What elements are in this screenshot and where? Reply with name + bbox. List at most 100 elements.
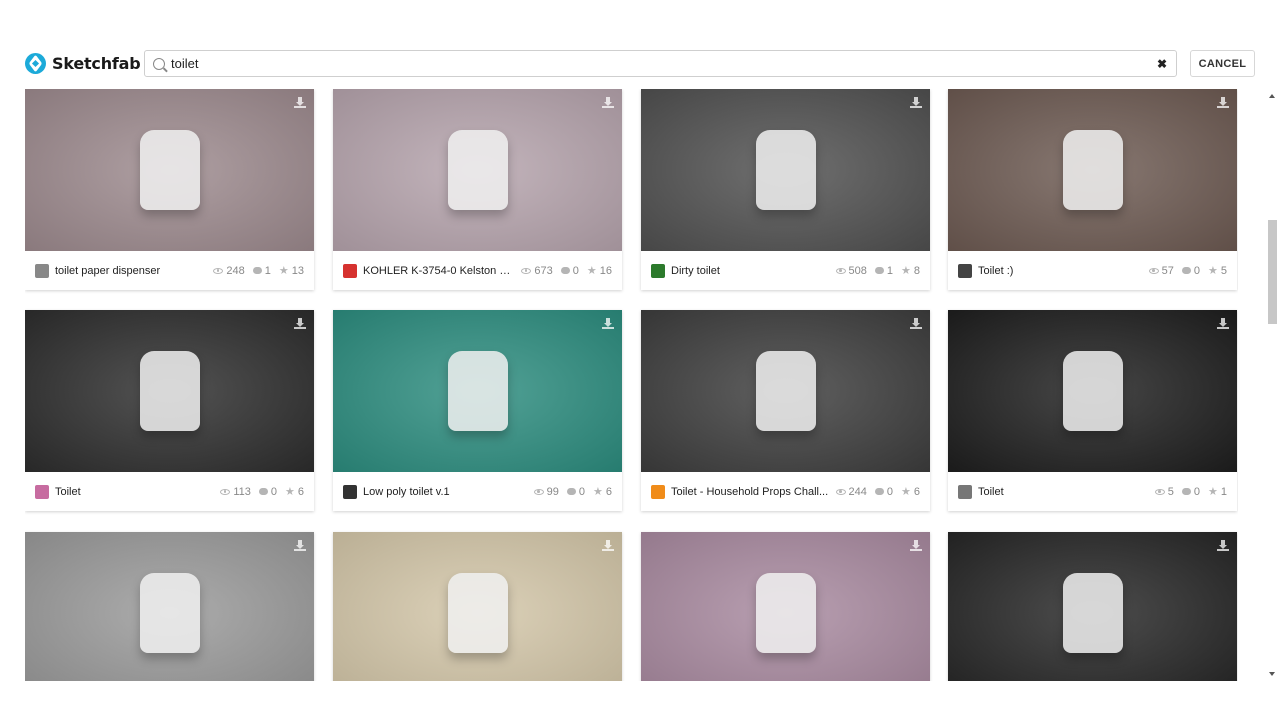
like-star-icon: ★ <box>285 486 295 498</box>
clear-search-icon[interactable]: ✖ <box>1157 57 1167 71</box>
model-title[interactable]: toilet paper dispenser <box>55 265 207 277</box>
avatar[interactable] <box>343 263 357 278</box>
model-thumbnail[interactable] <box>333 310 622 472</box>
model-preview <box>447 573 508 653</box>
comment-count: 0 <box>572 264 579 277</box>
cancel-button[interactable]: CANCEL <box>1190 50 1255 77</box>
model-stats: 673 0 ★ 16 <box>521 264 612 277</box>
sketchfab-logo[interactable]: Sketchfab <box>25 51 141 75</box>
model-card[interactable]: Toilet :) 57 0 ★ 5 <box>948 89 1237 290</box>
model-meta: Toilet :) 57 0 ★ 5 <box>948 251 1237 290</box>
model-thumbnail[interactable] <box>25 532 314 681</box>
model-card[interactable]: Dirty toilet 508 1 ★ 8 <box>641 89 930 290</box>
download-icon-base <box>910 327 922 329</box>
avatar[interactable] <box>651 263 665 278</box>
model-title[interactable]: KOHLER K-3754-0 Kelston Co... <box>363 265 515 277</box>
bottom-strip <box>0 681 1280 719</box>
scroll-thumb[interactable] <box>1268 220 1277 324</box>
like-star-icon: ★ <box>586 265 597 277</box>
download-icon-base <box>294 327 306 329</box>
download-icon-base <box>294 106 306 108</box>
model-thumbnail[interactable] <box>948 310 1237 472</box>
model-thumbnail[interactable] <box>948 532 1237 681</box>
download-icon-base <box>910 549 922 551</box>
comments-icon <box>874 267 884 274</box>
view-count: 113 <box>233 485 251 498</box>
model-meta: Low poly toilet v.1 99 0 ★ 6 <box>333 472 622 511</box>
model-thumbnail[interactable] <box>948 89 1237 251</box>
like-count: 8 <box>913 264 920 277</box>
model-meta: Toilet - Household Props Chall... 244 0 ★ 6 <box>641 472 930 511</box>
model-thumbnail[interactable] <box>641 310 930 472</box>
like-star-icon: ★ <box>901 265 911 277</box>
model-stats: 57 0 ★ 5 <box>1148 264 1227 277</box>
avatar[interactable] <box>35 263 49 278</box>
model-card[interactable]: toilet paper dispenser 248 1 ★ 13 <box>25 89 314 290</box>
model-preview <box>1062 130 1123 210</box>
avatar[interactable] <box>343 484 357 499</box>
like-star-icon: ★ <box>593 486 603 498</box>
scroll-up-icon[interactable] <box>1269 94 1275 98</box>
model-preview <box>755 573 816 653</box>
avatar[interactable] <box>958 484 972 499</box>
comment-count: 0 <box>578 485 585 498</box>
model-stats: 5 0 ★ 1 <box>1154 485 1227 498</box>
search-box[interactable]: ✖ <box>144 50 1177 77</box>
model-title[interactable]: Toilet :) <box>978 265 1143 277</box>
model-card[interactable]: ★ <box>25 532 314 681</box>
model-thumbnail[interactable] <box>25 310 314 472</box>
like-count: 6 <box>913 485 920 498</box>
like-count: 5 <box>1220 264 1227 277</box>
model-thumbnail[interactable] <box>333 89 622 251</box>
like-star-icon: ★ <box>1208 265 1218 277</box>
model-meta: Dirty toilet 508 1 ★ 8 <box>641 251 930 290</box>
comments-icon <box>1181 267 1191 274</box>
model-card[interactable]: Toilet 5 0 ★ 1 <box>948 310 1237 511</box>
model-grid: toilet paper dispenser 248 1 ★ 13 KOHLER K-37… <box>25 89 1238 681</box>
model-card[interactable]: Toilet - Household Props Chall... 244 0 ★ 6 <box>641 310 930 511</box>
search-input[interactable] <box>171 56 1131 71</box>
avatar[interactable] <box>35 484 49 499</box>
comments-icon <box>258 488 268 495</box>
model-preview <box>139 573 200 653</box>
model-title[interactable]: Toilet <box>55 486 214 498</box>
model-card[interactable]: KOHLER K-3754-0 Kelston Co... 673 0 ★ 16 <box>333 89 622 290</box>
model-title[interactable]: Toilet - Household Props Chall... <box>671 486 830 498</box>
model-stats: 244 0 ★ 6 <box>835 485 920 498</box>
scrollbar[interactable] <box>1265 89 1280 681</box>
model-thumbnail[interactable] <box>641 532 930 681</box>
model-title[interactable]: Toilet <box>978 486 1149 498</box>
download-icon-base <box>602 106 614 108</box>
model-card[interactable]: Toilet 113 0 ★ 6 <box>25 310 314 511</box>
model-card[interactable]: ★ <box>641 532 930 681</box>
model-thumbnail[interactable] <box>333 532 622 681</box>
model-preview <box>139 130 200 210</box>
model-thumbnail[interactable] <box>25 89 314 251</box>
comments-icon <box>566 488 576 495</box>
view-count: 673 <box>534 264 553 277</box>
logo-text: Sketchfab <box>52 53 141 73</box>
model-meta: Toilet 113 0 ★ 6 <box>25 472 314 511</box>
views-icon <box>220 488 231 495</box>
model-title[interactable]: Dirty toilet <box>671 265 830 277</box>
model-thumbnail[interactable] <box>641 89 930 251</box>
views-icon <box>213 267 224 274</box>
view-count: 57 <box>1161 264 1174 277</box>
download-icon-base <box>1217 106 1229 108</box>
avatar[interactable] <box>651 484 665 499</box>
comment-count: 1 <box>886 264 893 277</box>
model-card[interactable]: ★ <box>333 532 622 681</box>
like-star-icon: ★ <box>901 486 911 498</box>
model-title[interactable]: Low poly toilet v.1 <box>363 486 528 498</box>
views-icon <box>835 488 846 495</box>
model-stats: 248 1 ★ 13 <box>213 264 304 277</box>
model-meta: toilet paper dispenser 248 1 ★ 13 <box>25 251 314 290</box>
avatar[interactable] <box>958 263 972 278</box>
scroll-down-icon[interactable] <box>1269 672 1275 676</box>
model-meta: Toilet 5 0 ★ 1 <box>948 472 1237 511</box>
views-icon <box>521 267 532 274</box>
model-card[interactable]: Low poly toilet v.1 99 0 ★ 6 <box>333 310 622 511</box>
model-card[interactable]: ★ <box>948 532 1237 681</box>
view-count: 248 <box>226 264 245 277</box>
model-stats: 99 0 ★ 6 <box>533 485 612 498</box>
